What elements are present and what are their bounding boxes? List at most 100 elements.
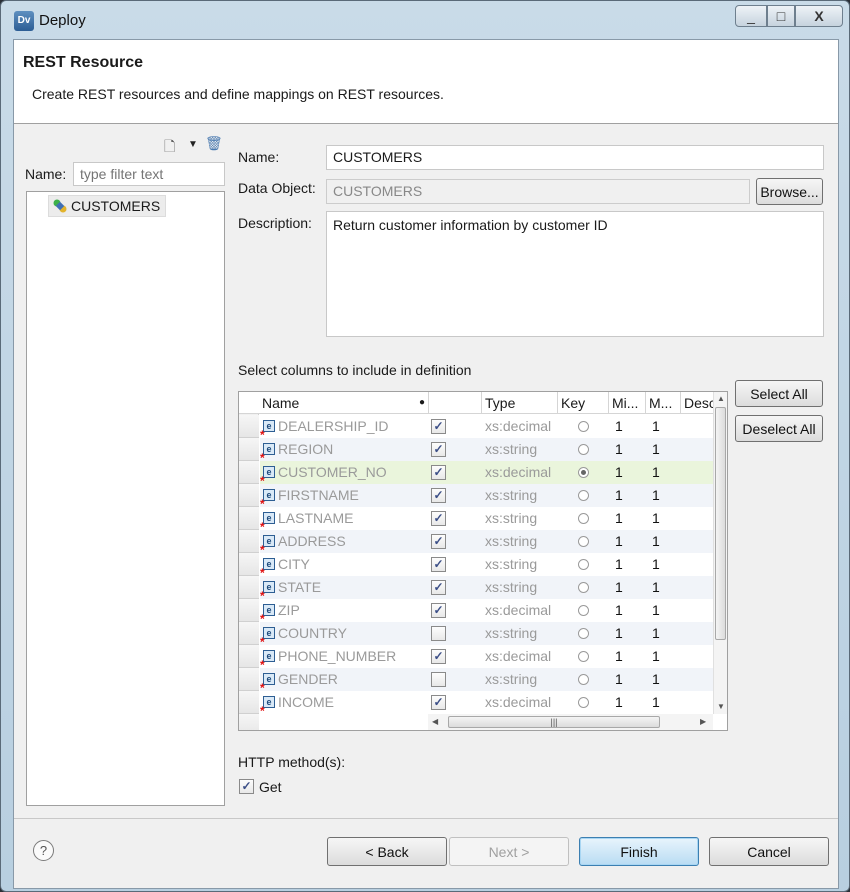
row-header[interactable]	[239, 576, 259, 599]
checkbox-checked-icon[interactable]: ✓	[431, 580, 446, 595]
column-header-name[interactable]: Name ●	[259, 392, 429, 414]
finish-button[interactable]: Finish	[579, 837, 699, 866]
row-header[interactable]	[239, 599, 259, 622]
close-button[interactable]: X	[795, 5, 843, 27]
key-radio[interactable]	[578, 559, 589, 570]
checkbox-checked-icon[interactable]: ✓	[431, 511, 446, 526]
row-header[interactable]	[239, 461, 259, 484]
min-occurs-cell[interactable]: 1	[612, 622, 648, 645]
checkbox-unchecked-icon[interactable]	[431, 626, 446, 641]
table-row[interactable]: e * FIRSTNAME ✓ xs:string 1 1	[260, 484, 713, 511]
column-header-description[interactable]: Desc	[681, 392, 713, 414]
row-header[interactable]	[239, 691, 259, 714]
horizontal-scrollbar[interactable]: ◀ ||| ▶	[428, 714, 713, 730]
select-all-button[interactable]: Select All	[735, 380, 823, 407]
max-occurs-cell[interactable]: 1	[649, 507, 685, 530]
checkbox-checked-icon[interactable]: ✓	[431, 442, 446, 457]
scroll-down-icon[interactable]: ▼	[717, 702, 725, 711]
row-header[interactable]	[239, 438, 259, 461]
table-row[interactable]: e * GENDER xs:string 1 1	[260, 668, 713, 695]
checkbox-checked-icon[interactable]: ✓	[431, 534, 446, 549]
table-row[interactable]: e * ZIP ✓ xs:decimal 1 1	[260, 599, 713, 626]
browse-button[interactable]: Browse...	[756, 178, 823, 205]
name-field[interactable]: CUSTOMERS	[326, 145, 824, 170]
max-occurs-cell[interactable]: 1	[649, 622, 685, 645]
table-row[interactable]: e * INCOME ✓ xs:decimal 1 1	[260, 691, 713, 718]
key-radio[interactable]	[578, 697, 589, 708]
min-occurs-cell[interactable]: 1	[612, 530, 648, 553]
min-occurs-cell[interactable]: 1	[612, 645, 648, 668]
max-occurs-cell[interactable]: 1	[649, 668, 685, 691]
checkbox-checked-icon[interactable]: ✓	[431, 419, 446, 434]
max-occurs-cell[interactable]: 1	[649, 599, 685, 622]
row-header[interactable]	[239, 415, 259, 438]
min-occurs-cell[interactable]: 1	[612, 691, 648, 714]
checkbox-checked-icon[interactable]: ✓	[431, 465, 446, 480]
checkbox-checked-icon[interactable]: ✓	[431, 557, 446, 572]
table-row[interactable]: e * LASTNAME ✓ xs:string 1 1	[260, 507, 713, 534]
column-header-max[interactable]: M...	[646, 392, 681, 414]
max-occurs-cell[interactable]: 1	[649, 530, 685, 553]
row-header[interactable]	[239, 553, 259, 576]
row-header[interactable]	[239, 484, 259, 507]
checkbox-checked-icon[interactable]: ✓	[431, 488, 446, 503]
min-occurs-cell[interactable]: 1	[612, 438, 648, 461]
horizontal-scroll-thumb[interactable]: |||	[448, 716, 660, 728]
row-header[interactable]	[239, 507, 259, 530]
row-header[interactable]	[239, 645, 259, 668]
table-row[interactable]: e * CUSTOMER_NO ✓ xs:decimal 1 1	[260, 461, 713, 488]
new-resource-icon[interactable]: 🗋	[164, 136, 175, 160]
key-radio[interactable]	[578, 674, 589, 685]
key-radio[interactable]	[578, 513, 589, 524]
vertical-scrollbar[interactable]: ▲ ▼	[713, 392, 727, 714]
scroll-up-icon[interactable]: ▲	[717, 394, 725, 403]
filter-input[interactable]	[73, 162, 225, 186]
table-row[interactable]: e * ADDRESS ✓ xs:string 1 1	[260, 530, 713, 557]
key-radio[interactable]	[578, 628, 589, 639]
table-row[interactable]: e * COUNTRY xs:string 1 1	[260, 622, 713, 649]
delete-icon[interactable]: 🗑	[205, 135, 223, 152]
scroll-left-icon[interactable]: ◀	[432, 717, 438, 726]
max-occurs-cell[interactable]: 1	[649, 553, 685, 576]
min-occurs-cell[interactable]: 1	[612, 507, 648, 530]
checkbox-checked-icon[interactable]: ✓	[431, 649, 446, 664]
description-field[interactable]: Return customer information by customer …	[326, 211, 824, 337]
scroll-right-icon[interactable]: ▶	[700, 717, 706, 726]
min-occurs-cell[interactable]: 1	[612, 553, 648, 576]
checkbox-checked-icon[interactable]: ✓	[431, 695, 446, 710]
table-row[interactable]: e * DEALERSHIP_ID ✓ xs:decimal 1 1	[260, 415, 713, 442]
maximize-button[interactable]: □	[767, 5, 795, 27]
column-header-min[interactable]: Mi...	[609, 392, 646, 414]
min-occurs-cell[interactable]: 1	[612, 461, 648, 484]
max-occurs-cell[interactable]: 1	[649, 438, 685, 461]
checkbox-unchecked-icon[interactable]	[431, 672, 446, 687]
min-occurs-cell[interactable]: 1	[612, 484, 648, 507]
key-radio[interactable]	[578, 444, 589, 455]
column-header-include[interactable]	[429, 392, 482, 414]
key-radio[interactable]	[578, 490, 589, 501]
key-radio[interactable]	[578, 467, 589, 478]
column-header-type[interactable]: Type	[482, 392, 558, 414]
max-occurs-cell[interactable]: 1	[649, 484, 685, 507]
key-radio[interactable]	[578, 605, 589, 616]
key-radio[interactable]	[578, 421, 589, 432]
table-row[interactable]: e * PHONE_NUMBER ✓ xs:decimal 1 1	[260, 645, 713, 672]
minimize-button[interactable]: _	[735, 5, 767, 27]
row-header[interactable]	[239, 530, 259, 553]
key-radio[interactable]	[578, 536, 589, 547]
cancel-button[interactable]: Cancel	[709, 837, 829, 866]
min-occurs-cell[interactable]: 1	[612, 576, 648, 599]
row-header[interactable]	[239, 622, 259, 645]
max-occurs-cell[interactable]: 1	[649, 461, 685, 484]
table-row[interactable]: e * STATE ✓ xs:string 1 1	[260, 576, 713, 603]
dropdown-arrow-icon[interactable]: ▼	[188, 139, 198, 150]
row-header[interactable]	[239, 668, 259, 691]
table-row[interactable]: e * CITY ✓ xs:string 1 1	[260, 553, 713, 580]
checkbox-checked-icon[interactable]: ✓	[431, 603, 446, 618]
table-row[interactable]: e * REGION ✓ xs:string 1 1	[260, 438, 713, 465]
max-occurs-cell[interactable]: 1	[649, 691, 685, 714]
tree-item-customers[interactable]: CUSTOMERS	[48, 195, 167, 217]
max-occurs-cell[interactable]: 1	[649, 415, 685, 438]
max-occurs-cell[interactable]: 1	[649, 645, 685, 668]
vertical-scroll-thumb[interactable]	[715, 407, 726, 640]
